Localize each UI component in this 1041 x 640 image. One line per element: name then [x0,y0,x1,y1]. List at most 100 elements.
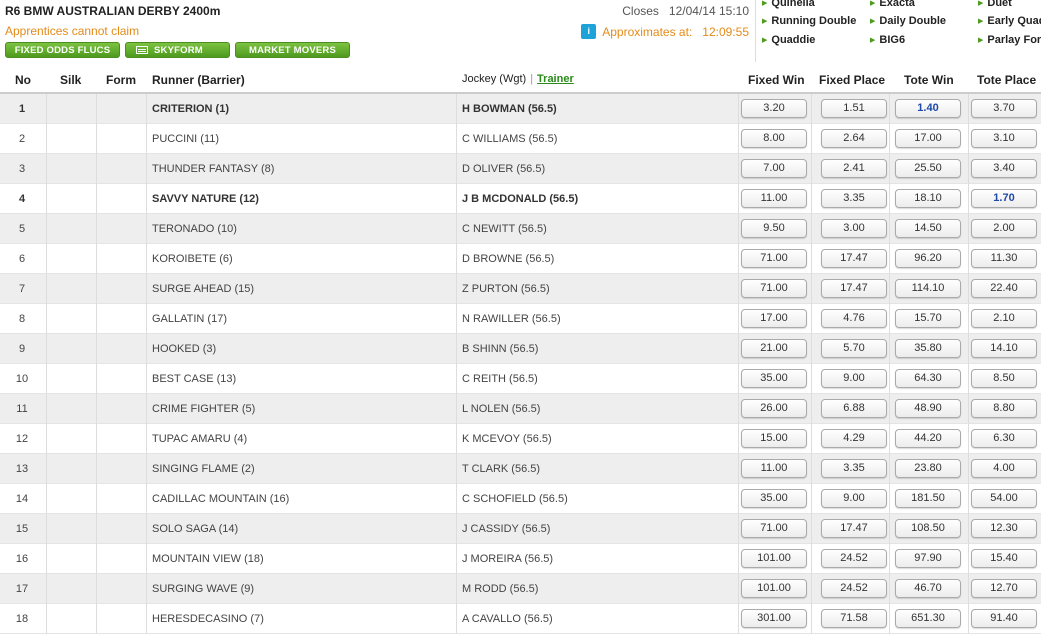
fixed-place-button[interactable]: 3.35 [821,459,887,478]
fixed-win-button[interactable]: 9.50 [741,219,807,238]
tote-place-button[interactable]: 11.30 [971,249,1037,268]
fixed-win-button[interactable]: 101.00 [741,579,807,598]
fixed-win-button[interactable]: 71.00 [741,279,807,298]
tote-win-button[interactable]: 14.50 [895,219,961,238]
tote-win-button[interactable]: 17.00 [895,129,961,148]
fixed-place-button[interactable]: 1.51 [821,99,887,118]
runner-name[interactable]: THUNDER FANTASY (8) [152,163,274,175]
tote-win-button[interactable]: 25.50 [895,159,961,178]
tote-place-button[interactable]: 4.00 [971,459,1037,478]
fixed-win-button[interactable]: 15.00 [741,429,807,448]
fixed-win-button[interactable]: 35.00 [741,369,807,388]
tote-place-button[interactable]: 8.80 [971,399,1037,418]
fixed-place-button[interactable]: 3.35 [821,189,887,208]
fixed-place-button[interactable]: 24.52 [821,579,887,598]
tote-win-button[interactable]: 15.70 [895,309,961,328]
fixed-win-button[interactable]: 7.00 [741,159,807,178]
fixed-win-button[interactable]: 35.00 [741,489,807,508]
fixed-place-button[interactable]: 3.00 [821,219,887,238]
runner-name[interactable]: SURGING WAVE (9) [152,583,254,595]
fixed-win-button[interactable]: 11.00 [741,459,807,478]
tote-place-button[interactable]: 22.40 [971,279,1037,298]
tote-place-button[interactable]: 2.10 [971,309,1037,328]
exotic-link-quaddie[interactable]: ▶ Quaddie [762,34,815,46]
runner-name[interactable]: HOOKED (3) [152,343,216,355]
tote-place-button[interactable]: 6.30 [971,429,1037,448]
runner-name[interactable]: HERESDECASINO (7) [152,613,264,625]
runner-name[interactable]: GALLATIN (17) [152,313,227,325]
tote-place-button[interactable]: 3.70 [971,99,1037,118]
fixed-place-button[interactable]: 4.29 [821,429,887,448]
runner-name[interactable]: CRITERION (1) [152,103,229,115]
fixed-place-button[interactable]: 2.64 [821,129,887,148]
exotic-link-early-quad[interactable]: ▶ Early Quad [978,15,1041,27]
fixed-win-button[interactable]: 301.00 [741,609,807,628]
tote-win-button[interactable]: 44.20 [895,429,961,448]
tote-win-button[interactable]: 23.80 [895,459,961,478]
fixed-place-button[interactable]: 4.76 [821,309,887,328]
tote-place-button[interactable]: 54.00 [971,489,1037,508]
tote-win-button[interactable]: 114.10 [895,279,961,298]
fixed-win-button[interactable]: 21.00 [741,339,807,358]
fixed-odds-flucs-button[interactable]: FIXED ODDS FLUCS [5,42,120,58]
tote-win-button[interactable]: 64.30 [895,369,961,388]
tote-place-button[interactable]: 12.30 [971,519,1037,538]
skyform-button[interactable]: SKYFORM [125,42,230,58]
fixed-place-button[interactable]: 9.00 [821,489,887,508]
tote-win-button[interactable]: 35.80 [895,339,961,358]
tote-place-button[interactable]: 14.10 [971,339,1037,358]
runner-name[interactable]: TUPAC AMARU (4) [152,433,247,445]
exotic-link-parlay-for[interactable]: ▶ Parlay For [978,34,1041,46]
market-movers-button[interactable]: MARKET MOVERS [235,42,350,58]
fixed-place-button[interactable]: 9.00 [821,369,887,388]
tote-place-button[interactable]: 3.40 [971,159,1037,178]
tote-win-button[interactable]: 48.90 [895,399,961,418]
tote-win-button[interactable]: 181.50 [895,489,961,508]
trainer-link[interactable]: Trainer [537,73,574,85]
fixed-place-button[interactable]: 6.88 [821,399,887,418]
runner-name[interactable]: KOROIBETE (6) [152,253,233,265]
tote-win-button[interactable]: 96.20 [895,249,961,268]
runner-name[interactable]: CRIME FIGHTER (5) [152,403,255,415]
tote-place-button[interactable]: 8.50 [971,369,1037,388]
tote-place-button[interactable]: 3.10 [971,129,1037,148]
tote-win-button[interactable]: 1.40 [895,99,961,118]
runner-name[interactable]: TERONADO (10) [152,223,237,235]
fixed-win-button[interactable]: 71.00 [741,249,807,268]
fixed-place-button[interactable]: 71.58 [821,609,887,628]
tote-place-button[interactable]: 12.70 [971,579,1037,598]
tote-win-button[interactable]: 651.30 [895,609,961,628]
runner-name[interactable]: SOLO SAGA (14) [152,523,238,535]
fixed-place-button[interactable]: 17.47 [821,249,887,268]
exotic-link-running-double[interactable]: ▶ Running Double [762,15,856,27]
fixed-place-button[interactable]: 24.52 [821,549,887,568]
exotic-link-big6[interactable]: ▶ BIG6 [870,34,905,46]
exotic-link-daily-double[interactable]: ▶ Daily Double [870,15,946,27]
tote-place-button[interactable]: 91.40 [971,609,1037,628]
fixed-win-button[interactable]: 8.00 [741,129,807,148]
tote-win-button[interactable]: 46.70 [895,579,961,598]
fixed-win-button[interactable]: 101.00 [741,549,807,568]
tote-win-button[interactable]: 18.10 [895,189,961,208]
runner-name[interactable]: CADILLAC MOUNTAIN (16) [152,493,289,505]
fixed-win-button[interactable]: 26.00 [741,399,807,418]
tote-win-button[interactable]: 97.90 [895,549,961,568]
exotic-link-duet[interactable]: ▶ Duet [978,0,1012,9]
fixed-place-button[interactable]: 2.41 [821,159,887,178]
runner-name[interactable]: SURGE AHEAD (15) [152,283,254,295]
fixed-place-button[interactable]: 17.47 [821,279,887,298]
tote-place-button[interactable]: 1.70 [971,189,1037,208]
runner-name[interactable]: MOUNTAIN VIEW (18) [152,553,264,565]
tote-place-button[interactable]: 15.40 [971,549,1037,568]
exotic-link-exacta[interactable]: ▶ Exacta [870,0,915,9]
fixed-place-button[interactable]: 5.70 [821,339,887,358]
info-icon[interactable]: i [581,24,597,39]
fixed-win-button[interactable]: 71.00 [741,519,807,538]
tote-place-button[interactable]: 2.00 [971,219,1037,238]
fixed-win-button[interactable]: 11.00 [741,189,807,208]
tote-win-button[interactable]: 108.50 [895,519,961,538]
runner-name[interactable]: SINGING FLAME (2) [152,463,255,475]
exotic-link-quinella[interactable]: ▶ Quinella [762,0,815,9]
fixed-win-button[interactable]: 3.20 [741,99,807,118]
runner-name[interactable]: SAVVY NATURE (12) [152,193,259,205]
